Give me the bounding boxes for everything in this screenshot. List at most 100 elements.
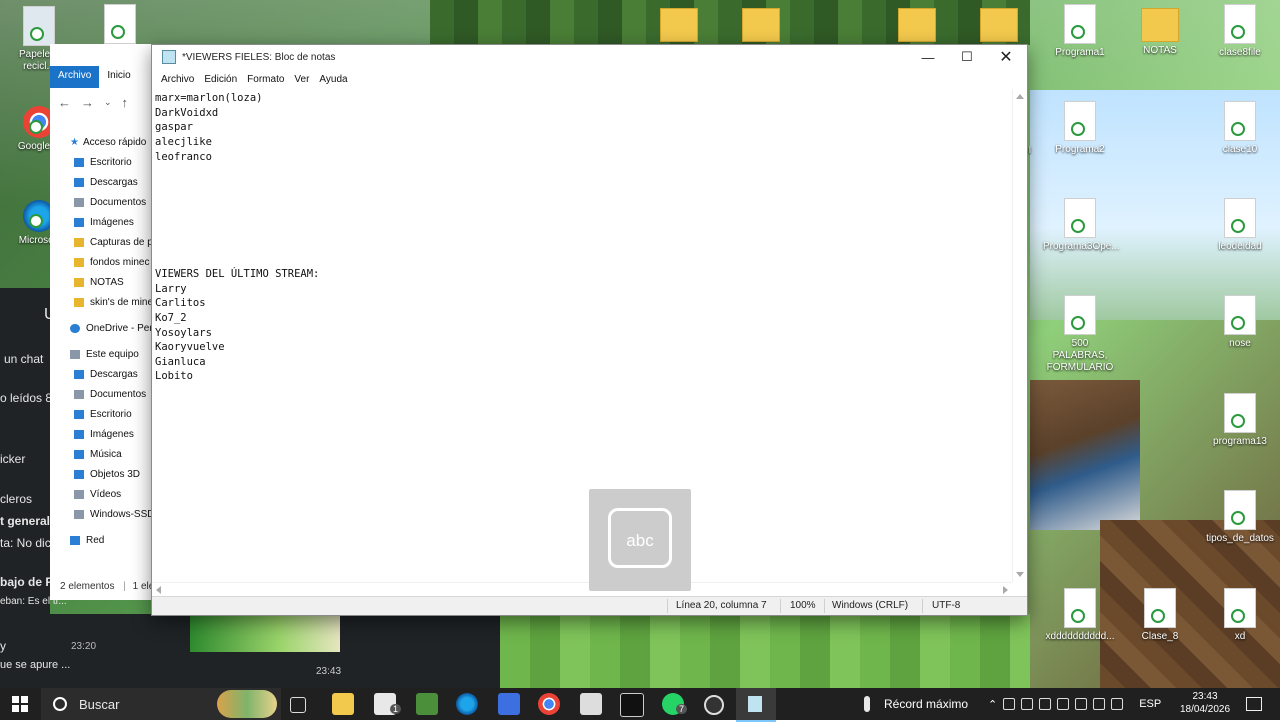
edge-taskbar-icon[interactable] — [456, 693, 478, 715]
scroll-down-icon[interactable] — [1016, 572, 1024, 577]
language-indicator[interactable]: ESP — [1139, 698, 1161, 710]
file-explorer-taskbar-icon[interactable] — [332, 693, 354, 715]
desktop-icon-folder[interactable] — [880, 8, 954, 45]
desktop-icon-clase10[interactable]: clase10 — [1203, 101, 1277, 156]
maximize-button[interactable]: ☐ — [948, 45, 986, 69]
menu-ver[interactable]: Ver — [289, 72, 314, 87]
task-view-icon[interactable] — [290, 697, 306, 713]
document-icon — [1224, 101, 1256, 141]
sidebar-item-capturas[interactable]: Capturas de p — [50, 232, 154, 252]
tray-icon[interactable] — [1003, 698, 1016, 710]
vertical-scrollbar[interactable] — [1012, 89, 1027, 582]
download-icon — [74, 369, 84, 379]
back-arrow-icon[interactable]: ← — [58, 95, 71, 110]
desktop-icon-programa2[interactable]: Programa2 — [1043, 101, 1117, 156]
desktop-icon-label: clase10 — [1222, 144, 1258, 155]
sidebar-item-pc-documentos[interactable]: Documentos — [50, 384, 154, 404]
menu-archivo[interactable]: Archivo — [156, 72, 199, 87]
sidebar-item-notas[interactable]: NOTAS — [50, 272, 154, 292]
scroll-right-icon[interactable] — [1003, 586, 1008, 594]
desktop-icon-programa13[interactable]: programa13 — [1203, 393, 1277, 448]
horizontal-scrollbar[interactable] — [152, 582, 1012, 597]
notification-icon[interactable] — [1246, 697, 1262, 711]
scroll-left-icon[interactable] — [156, 586, 161, 594]
desktop-icon-programa3[interactable]: Programa3Ope... — [1043, 198, 1120, 253]
tray-icon[interactable] — [1057, 698, 1070, 710]
sidebar-item-pc-videos[interactable]: Vídeos — [50, 484, 154, 504]
desktop-icon-leodeidad[interactable]: leodeidad — [1203, 198, 1277, 253]
tab-inicio[interactable]: Inicio — [99, 66, 138, 88]
minecraft-taskbar-icon[interactable] — [416, 693, 438, 715]
tray-icon[interactable] — [1021, 698, 1034, 710]
sidebar-item-imagenes[interactable]: Imágenes — [50, 212, 154, 232]
sidebar-item-onedrive[interactable]: OneDrive - Pers — [50, 318, 154, 338]
sidebar-item-descargas[interactable]: Descargas — [50, 172, 154, 192]
chat-line: ue se apure ... — [0, 659, 71, 671]
file-taskbar-icon[interactable] — [580, 693, 602, 715]
volume-icon[interactable] — [1111, 698, 1124, 710]
desktop-icon-folder[interactable] — [642, 8, 716, 45]
document-icon — [74, 389, 84, 399]
windows-start-icon[interactable] — [12, 696, 28, 712]
minimize-button[interactable]: — — [909, 45, 947, 69]
forward-arrow-icon[interactable]: → — [81, 95, 94, 110]
tray-icon[interactable] — [1039, 698, 1052, 710]
desktop-icon-500-palabras[interactable]: 500 PALABRAS, FORMULARIO — [1043, 295, 1117, 374]
desktop-icon-folder[interactable] — [962, 8, 1036, 45]
sidebar-item-pc-objetos-3d[interactable]: Objetos 3D — [50, 464, 154, 484]
desktop-icon-programa1[interactable]: Programa1 — [1043, 4, 1117, 59]
desktop-icon-xd[interactable]: xd — [1203, 588, 1277, 643]
up-arrow-icon[interactable]: ↑ — [122, 95, 129, 110]
weather-widget[interactable]: Récord máximo — [864, 688, 968, 720]
editor-line: gaspar — [155, 121, 193, 134]
notepad-title-bar[interactable]: *VIEWERS FIELES: Bloc de notas — ☐ ✕ — [152, 45, 1027, 69]
close-button[interactable]: ✕ — [987, 45, 1025, 69]
sidebar-item-pc-imagenes[interactable]: Imágenes — [50, 424, 154, 444]
scroll-up-icon[interactable] — [1016, 94, 1024, 99]
desktop-icon-tipos-de-datos[interactable]: tipos_de_datos — [1203, 490, 1277, 545]
sidebar-item-pc-windows-ssd[interactable]: Windows-SSD — [50, 504, 154, 524]
taskbar-search-box[interactable]: Buscar — [41, 688, 281, 720]
menu-edicion[interactable]: Edición — [199, 72, 242, 87]
desktop-icon-clase-8[interactable]: Clase_8 — [1123, 588, 1197, 643]
chevron-up-icon[interactable]: ⌃ — [988, 698, 997, 711]
battery-icon[interactable] — [1075, 698, 1088, 710]
text-editor-area[interactable]: marx=marlon(loza) DarkVoidxd gaspar alecjli… — [152, 89, 1012, 582]
sidebar-item-fondos[interactable]: fondos minec — [50, 252, 154, 272]
obs-taskbar-icon[interactable] — [704, 695, 724, 715]
desktop-icon-nose[interactable]: nose — [1203, 295, 1277, 350]
sidebar-item-acceso-rapido[interactable]: ★ Acceso rápido — [50, 132, 154, 152]
desktop-icon-notas[interactable]: NOTAS — [1123, 8, 1197, 57]
desktop-icon-folder[interactable] — [724, 8, 798, 45]
sidebar-item-pc-musica[interactable]: Música — [50, 444, 154, 464]
menu-formato[interactable]: Formato — [242, 72, 289, 87]
sidebar-item-red[interactable]: Red — [50, 530, 154, 550]
wifi-icon[interactable] — [1093, 698, 1106, 710]
sidebar-item-label: Vídeos — [90, 488, 122, 500]
chevron-down-icon[interactable]: ⌄ — [104, 97, 112, 108]
menu-ayuda[interactable]: Ayuda — [314, 72, 352, 87]
sidebar-item-escritorio[interactable]: Escritorio — [50, 152, 154, 172]
document-icon — [1224, 588, 1256, 628]
sidebar-item-documentos[interactable]: Documentos — [50, 192, 154, 212]
chrome-taskbar-icon[interactable] — [538, 693, 560, 715]
sidebar-item-pc-escritorio[interactable]: Escritorio — [50, 404, 154, 424]
encoding: UTF-8 — [932, 600, 961, 611]
sidebar-item-skins[interactable]: skin's de mine — [50, 292, 154, 312]
terminal-taskbar-icon[interactable] — [620, 693, 644, 717]
desktop-icon-file[interactable] — [83, 4, 157, 47]
sidebar-item-label: fondos minec — [90, 256, 150, 268]
app-taskbar-icon[interactable] — [498, 693, 520, 715]
notepad-taskbar-icon[interactable] — [736, 688, 776, 722]
sidebar-item-este-equipo[interactable]: Este equipo — [50, 344, 154, 364]
explorer-item-count: 2 elementos — [60, 581, 115, 592]
desktop-icon-xdddd[interactable]: xdddddddddd... — [1043, 588, 1117, 643]
touch-keyboard-overlay[interactable]: abc — [589, 489, 691, 591]
desktop-icon-clase8file[interactable]: clase8file — [1203, 4, 1277, 59]
tab-archivo[interactable]: Archivo — [50, 66, 100, 88]
sidebar-item-pc-descargas[interactable]: Descargas — [50, 364, 154, 384]
desktop-icon-label: 500 PALABRAS, FORMULARIO — [1046, 338, 1114, 373]
taskbar-clock[interactable]: 23:43 18/04/2026 — [1180, 690, 1230, 716]
sidebar-item-label: Acceso rápido — [82, 136, 147, 148]
